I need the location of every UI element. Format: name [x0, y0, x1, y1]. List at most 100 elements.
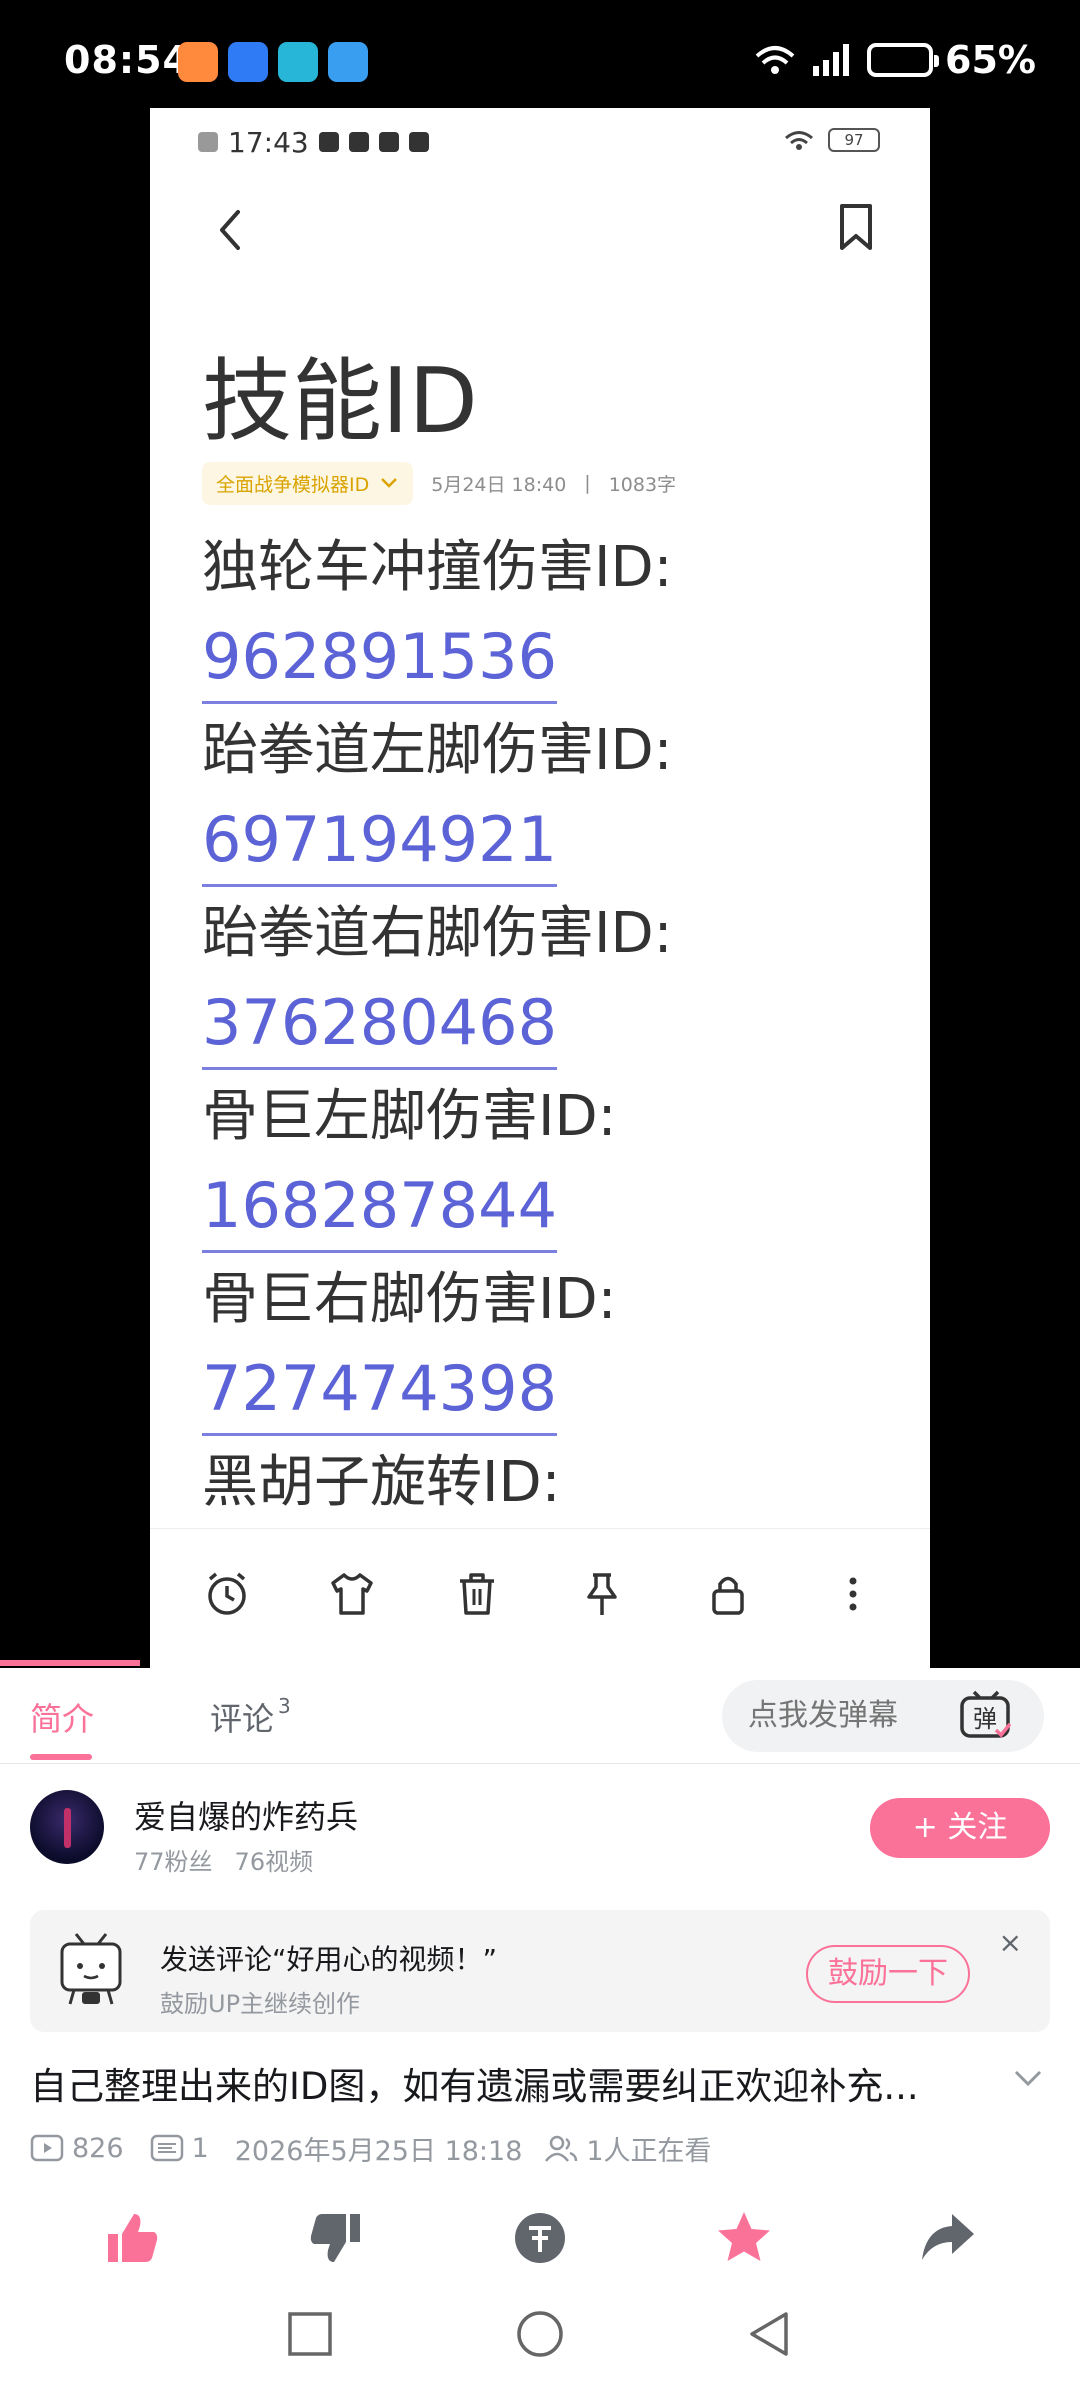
video-frame-screenshot: 17:43 97 技能ID 全面战争模拟器ID 5月24日 18:40 | 10…: [150, 108, 930, 1668]
danmaku-icon-char: 弹: [973, 1705, 997, 1733]
notification-icon: [318, 132, 339, 152]
app-notification-icon: [278, 42, 318, 82]
skill-label: 独轮车冲撞伤害ID:: [202, 535, 673, 600]
status-indicators: 65%: [753, 38, 1036, 82]
video-meta: 826 1 2026年5月25日 18:18 1人正在看: [30, 2128, 712, 2168]
app-notification-icon: [228, 42, 268, 82]
chevron-down-icon: [381, 478, 398, 488]
inner-status-right: 97: [784, 128, 880, 152]
watching-icon: [545, 2135, 578, 2162]
signal-icon: [813, 44, 850, 76]
video-title: 自己整理出来的ID图，如有遗漏或需要纠正欢迎补充...: [30, 2065, 919, 2108]
meta-separator: |: [584, 472, 591, 494]
note-title: 技能ID: [202, 349, 478, 454]
note-date: 5月24日 18:40: [431, 473, 567, 496]
encourage-comment-card: 发送评论“好用心的视频！” 鼓励UP主继续创作 鼓励一下 ×: [30, 1910, 1050, 2032]
close-icon[interactable]: ×: [999, 1926, 1022, 1959]
notification-icon: [198, 132, 218, 152]
danmaku-input[interactable]: 点我发弹幕 弹: [722, 1680, 1044, 1752]
danmaku-placeholder: 点我发弹幕: [748, 1698, 898, 1733]
follow-button[interactable]: + 关注: [870, 1798, 1050, 1858]
battery-icon: 97: [828, 128, 880, 152]
inner-status-time: 17:43: [228, 125, 309, 159]
chevron-down-icon[interactable]: [1010, 2060, 1046, 2096]
status-time: 08:54: [64, 38, 190, 82]
encourage-button[interactable]: 鼓励一下: [806, 1945, 970, 2003]
tab-intro[interactable]: 简介: [30, 1694, 94, 1740]
word-count: 1083字: [608, 473, 677, 496]
avatar[interactable]: [30, 1790, 104, 1864]
system-status-bar: 08:54 65%: [0, 0, 1080, 125]
wifi-icon: [785, 131, 813, 150]
view-count: 826: [72, 2132, 124, 2164]
danmaku-count: 1: [191, 2132, 209, 2164]
note-entry: 跆拳道左脚伤害ID: 697194921: [202, 705, 902, 888]
note-entry: 骨巨右脚伤害ID: 727474398: [202, 1254, 902, 1437]
battery-level: 65%: [945, 38, 1036, 82]
skill-label: 跆拳道右脚伤害ID:: [202, 901, 673, 966]
video-actions: [0, 2208, 1080, 2288]
skill-id: 727474398: [202, 1346, 558, 1436]
home-icon[interactable]: [514, 2308, 566, 2360]
more-icon: [849, 1577, 857, 1611]
encourage-subtitle: 鼓励UP主继续创作: [160, 1990, 361, 2018]
inner-status-bar: 17:43: [198, 122, 429, 162]
shirt-icon: [331, 1573, 373, 1615]
publish-date: 2026年5月25日 18:18: [234, 2135, 523, 2167]
comments-count: 3: [278, 1694, 291, 1718]
like-icon[interactable]: [102, 2208, 162, 2268]
recents-icon[interactable]: [284, 2308, 336, 2360]
weather-icon: [328, 42, 368, 82]
bookmark-icon: [840, 204, 872, 250]
skill-label: 骨巨左脚伤害ID:: [202, 1084, 617, 1149]
skill-label: 骨巨右脚伤害ID:: [202, 1267, 617, 1332]
wifi-icon: [755, 46, 795, 74]
skill-label: 黑胡子旋转ID:: [202, 1450, 561, 1515]
playback-progress[interactable]: [0, 1660, 140, 1666]
tv-mascot-icon: [60, 1933, 122, 2005]
skill-id: 376280468: [202, 980, 558, 1070]
tab-bar: 简介 评论 3 点我发弹幕 弹: [0, 1668, 1080, 1764]
skill-id: 962891536: [202, 614, 558, 704]
note-entry: 跆拳道右脚伤害ID: 376280468: [202, 888, 902, 1071]
watching-count: 1人正在看: [586, 2135, 712, 2167]
play-count-icon: [30, 2134, 64, 2162]
favorite-star-icon[interactable]: [714, 2208, 774, 2268]
author-row: 爱自爆的炸药兵 77粉丝 76视频 + 关注: [0, 1764, 1080, 1888]
trash-icon: [460, 1573, 494, 1615]
skill-label: 跆拳道左脚伤害ID:: [202, 718, 673, 783]
folder-tag: 全面战争模拟器ID: [202, 461, 414, 505]
app-notification-icon: [178, 42, 218, 82]
skill-id: 168287844: [202, 1163, 558, 1253]
tab-comments[interactable]: 评论 3: [210, 1694, 291, 1740]
system-navigation-bar: [0, 2290, 1080, 2383]
note-body: 独轮车冲撞伤害ID: 962891536 跆拳道左脚伤害ID: 69719492…: [202, 522, 902, 1620]
share-icon[interactable]: [918, 2208, 978, 2268]
pin-icon: [587, 1573, 617, 1615]
author-stats: 77粉丝 76视频: [134, 1842, 335, 1877]
note-meta: 全面战争模拟器ID 5月24日 18:40 | 1083字: [202, 461, 676, 505]
tab-comments-label: 评论: [210, 1700, 275, 1738]
battery-icon: [867, 43, 940, 77]
lock-icon: [712, 1576, 744, 1615]
dislike-icon[interactable]: [306, 2208, 366, 2268]
note-entry: 骨巨左脚伤害ID: 168287844: [202, 1071, 902, 1254]
skill-id: 697194921: [202, 797, 558, 887]
note-toolbar: [150, 1528, 930, 1668]
note-entry: 独轮车冲撞伤害ID: 962891536: [202, 522, 902, 705]
coin-icon[interactable]: [510, 2208, 570, 2268]
danmaku-toggle-icon[interactable]: 弹: [958, 1690, 1014, 1742]
alarm-icon: [208, 1572, 246, 1615]
author-name[interactable]: 爱自爆的炸药兵: [134, 1792, 358, 1838]
encourage-title: 发送评论“好用心的视频！”: [160, 1943, 498, 1976]
danmaku-count-icon: [150, 2134, 183, 2162]
notification-icon: [348, 132, 369, 152]
back-icon: [220, 210, 240, 250]
back-nav-icon[interactable]: [744, 2308, 796, 2360]
notification-icon: [378, 132, 399, 152]
active-tab-indicator: [30, 1754, 92, 1760]
author-fans: 77粉丝: [134, 1848, 213, 1876]
author-videos: 76视频: [234, 1848, 314, 1876]
notification-icon: [408, 132, 429, 152]
video-player[interactable]: 08:54 65% 17:43 97 技能ID 全面战争模拟器ID 5月24日 …: [0, 0, 1080, 1668]
